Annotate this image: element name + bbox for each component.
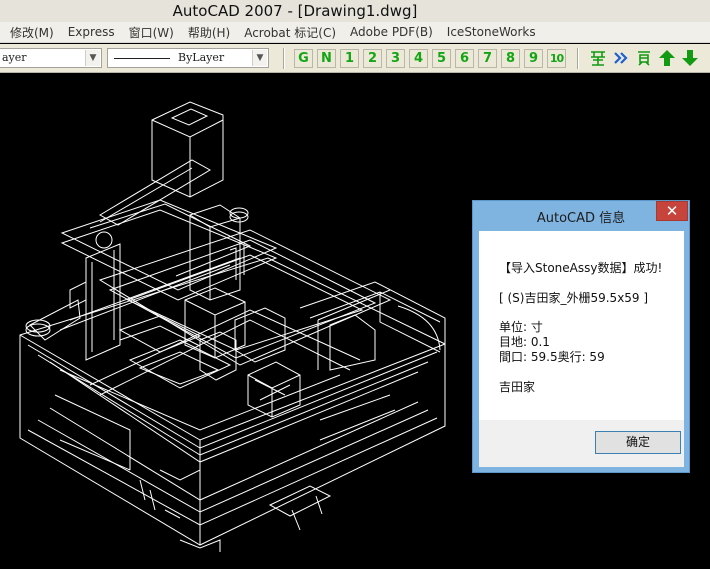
toolbar-button-n[interactable]: N [317,49,336,68]
toolbar-button-g[interactable]: G [294,49,313,68]
toolbar: ayer ▼ ByLayer ▼ G N 1 2 3 4 5 6 7 8 9 1… [0,44,710,73]
menu-adobe-pdf[interactable]: Adobe PDF(B) [350,25,433,39]
window-title: AutoCAD 2007 - [Drawing1.dwg] [172,2,418,20]
double-chevron-right-icon[interactable] [611,49,631,68]
chevron-down-icon[interactable]: ▼ [252,50,267,66]
menu-window[interactable]: 窗口(W) [129,24,174,41]
toolbar-button-10[interactable]: 10 [547,49,566,68]
menu-express[interactable]: Express [68,25,115,39]
stone-parts-icon[interactable] [588,49,608,68]
dialog-body: 【导入StoneAssy数据】成功! [ (S)吉田家_外栅59.5x59 ] … [479,231,684,467]
linetype-swatch [114,58,170,59]
arrow-up-icon[interactable] [657,49,677,68]
menu-help[interactable]: 帮助(H) [188,24,230,41]
menu-acrobat-markup[interactable]: Acrobat 标记(C) [244,24,336,41]
toolbar-button-6[interactable]: 6 [455,49,474,68]
toolbar-separator [577,48,579,69]
window-titlebar: AutoCAD 2007 - [Drawing1.dwg] [0,0,710,22]
toolbar-button-3[interactable]: 3 [386,49,405,68]
dialog-titlebar: AutoCAD 信息 ✕ [473,201,689,231]
dialog-message: 【导入StoneAssy数据】成功! [499,261,663,275]
menu-modify[interactable]: 修改(M) [10,24,54,41]
page-icon[interactable] [634,49,654,68]
toolbar-button-4[interactable]: 4 [409,49,428,68]
toolbar-button-1[interactable]: 1 [340,49,359,68]
ok-button[interactable]: 确定 [595,431,681,454]
dialog-size: 間口: 59.5奥行: 59 [499,350,605,364]
menu-icestoneworks[interactable]: IceStoneWorks [447,25,536,39]
autocad-message-dialog: AutoCAD 信息 ✕ 【导入StoneAssy数据】成功! [ (S)吉田家… [472,200,690,473]
dialog-item: [ (S)吉田家_外栅59.5x59 ] [499,291,649,305]
layer-combo-value: ayer [2,51,27,64]
arrow-down-icon[interactable] [680,49,700,68]
close-icon[interactable]: ✕ [656,201,688,221]
toolbar-button-2[interactable]: 2 [363,49,382,68]
toolbar-button-9[interactable]: 9 [524,49,543,68]
chevron-down-icon[interactable]: ▼ [85,50,100,66]
toolbar-button-5[interactable]: 5 [432,49,451,68]
menu-bar: 修改(M) Express 窗口(W) 帮助(H) Acrobat 标记(C) … [0,22,710,43]
toolbar-button-8[interactable]: 8 [501,49,520,68]
dialog-owner: 吉田家 [499,380,536,394]
toolbar-button-7[interactable]: 7 [478,49,497,68]
dialog-footer: 确定 [479,420,684,467]
linetype-combo-value: ByLayer [178,51,225,64]
linetype-combo[interactable]: ByLayer ▼ [107,48,269,68]
toolbar-separator [283,48,285,69]
layer-combo[interactable]: ayer ▼ [0,48,102,68]
